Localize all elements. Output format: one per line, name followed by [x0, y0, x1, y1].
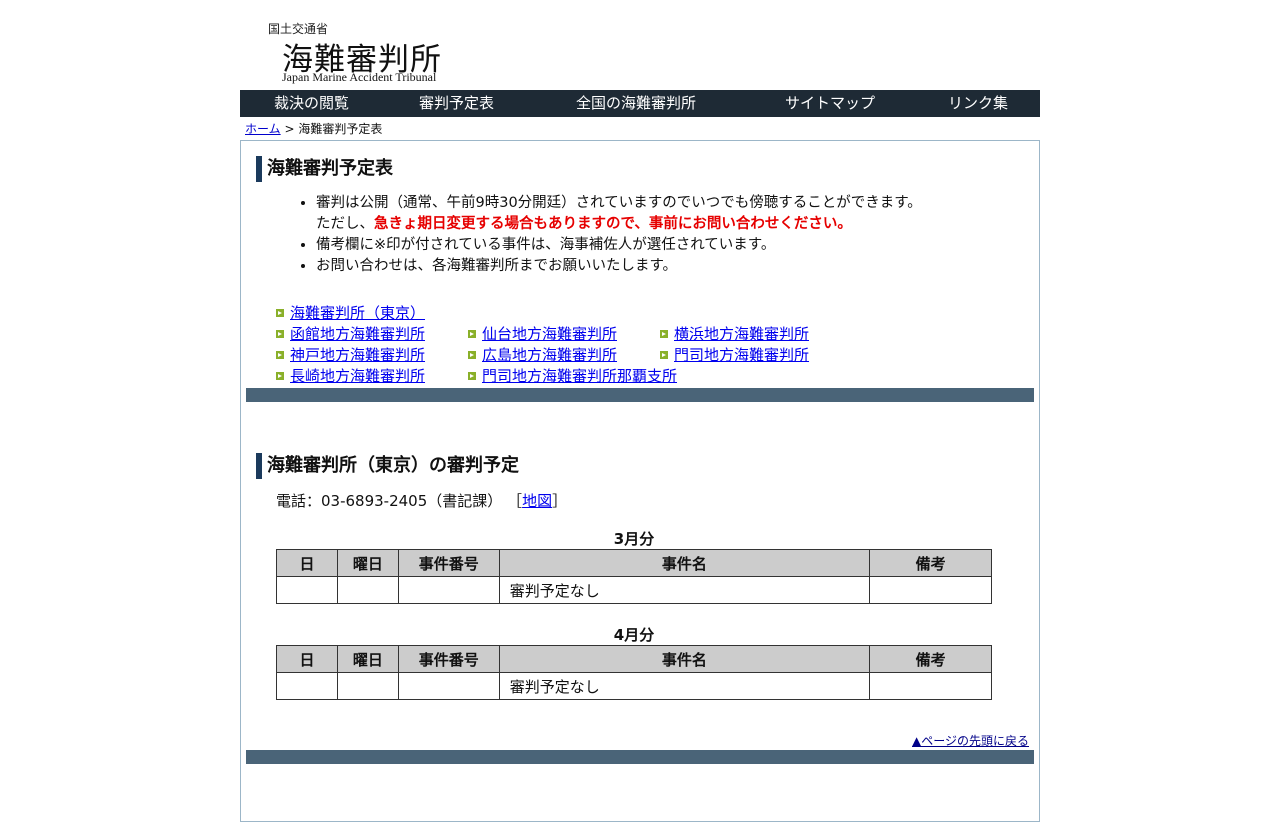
link-nagasaki[interactable]: 長崎地方海難審判所	[290, 367, 425, 385]
office-link-item: 仙台地方海難審判所	[468, 324, 617, 345]
office-link-item: 海難審判所（東京）	[276, 303, 425, 324]
cell-case-number	[397, 672, 500, 700]
link-hakodate[interactable]: 函館地方海難審判所	[290, 325, 425, 343]
note-public: 審判は公開（通常、午前9時30分開廷）されていますのでいつでも傍聴することができ…	[316, 193, 1036, 235]
site-logo[interactable]: 国土交通省 海難審判所 Japan Marine Accident Tribun…	[268, 20, 468, 86]
table-header-row: 日 曜日 事件番号 事件名 備考	[276, 549, 992, 577]
col-day: 日	[276, 645, 338, 673]
arrow-icon	[276, 372, 284, 380]
arrow-icon	[468, 330, 476, 338]
arrow-icon	[468, 372, 476, 380]
month-label: 4月分	[613, 626, 655, 644]
link-tokyo[interactable]: 海難審判所（東京）	[290, 304, 425, 322]
link-hiroshima[interactable]: 広島地方海難審判所	[482, 346, 617, 364]
table-header-row: 日 曜日 事件番号 事件名 備考	[276, 645, 992, 673]
arrow-icon	[660, 330, 668, 338]
note-assistant: 備考欄に※印が付されている事件は、海事補佐人が選任されています。	[316, 235, 1036, 256]
cell-weekday	[336, 576, 399, 604]
cell-weekday	[336, 672, 399, 700]
nav-sitemap[interactable]: サイトマップ	[785, 90, 875, 117]
phone-line: 電話：03-6893-2405（書記課） ［地図］	[276, 490, 567, 511]
breadcrumb-separator: >	[280, 122, 299, 136]
breadcrumb-current: 海難審判予定表	[298, 122, 383, 136]
note-public-text: 審判は公開（通常、午前9時30分開廷）されていますのでいつでも傍聴することができ…	[316, 195, 922, 211]
col-case-name: 事件名	[498, 549, 871, 577]
month-label: 3月分	[613, 530, 655, 548]
schedule-heading: 海難審判予定表	[256, 156, 393, 182]
content-box: 海難審判予定表 審判は公開（通常、午前9時30分開廷）されていますのでいつでも傍…	[240, 140, 1040, 822]
logo-english: Japan Marine Accident Tribunal	[282, 70, 437, 84]
office-link-item: 長崎地方海難審判所	[276, 366, 425, 387]
col-case-name: 事件名	[498, 645, 871, 673]
arrow-icon	[468, 351, 476, 359]
notes-list: 審判は公開（通常、午前9時30分開廷）されていますのでいつでも傍聴することができ…	[291, 193, 1036, 277]
back-to-top: ▲ページの先頭に戻る	[912, 732, 1029, 749]
cell-day	[276, 672, 338, 700]
link-moji[interactable]: 門司地方海難審判所	[674, 346, 809, 364]
table-row: 審判予定なし	[276, 672, 992, 700]
map-link[interactable]: 地図	[522, 492, 552, 510]
nav-ketsui[interactable]: 裁決の閲覧	[274, 90, 349, 117]
bracket-close: ］	[552, 492, 568, 510]
office-link-item: 門司地方海難審判所	[660, 345, 809, 366]
nav-schedule[interactable]: 審判予定表	[419, 90, 494, 117]
office-link-item: 横浜地方海難審判所	[660, 324, 809, 345]
cell-case-name: 審判予定なし	[498, 576, 871, 604]
schedule-table-april: 日 曜日 事件番号 事件名 備考 審判予定なし	[276, 645, 992, 700]
col-remarks: 備考	[869, 645, 992, 673]
link-sendai[interactable]: 仙台地方海難審判所	[482, 325, 617, 343]
tokyo-heading: 海難審判所（東京）の審判予定	[256, 453, 519, 479]
bracket-open: ［	[507, 492, 523, 510]
note-warning: 急きょ期日変更する場合もありますので、事前にお問い合わせください。	[374, 216, 852, 232]
cell-case-name: 審判予定なし	[498, 672, 871, 700]
arrow-icon	[276, 309, 284, 317]
breadcrumb-home[interactable]: ホーム	[245, 122, 281, 136]
nav-offices[interactable]: 全国の海難審判所	[576, 90, 696, 117]
global-nav: 裁決の閲覧 審判予定表 全国の海難審判所 サイトマップ リンク集	[240, 90, 1040, 117]
back-to-top-link[interactable]: ▲ページの先頭に戻る	[912, 734, 1029, 748]
nav-links[interactable]: リンク集	[948, 90, 1008, 117]
link-yokohama[interactable]: 横浜地方海難審判所	[674, 325, 809, 343]
office-link-item: 函館地方海難審判所	[276, 324, 425, 345]
link-naha[interactable]: 門司地方海難審判所那覇支所	[482, 367, 677, 385]
note-caution-text: ただし、	[316, 216, 374, 232]
cell-remarks	[869, 576, 992, 604]
col-day: 日	[276, 549, 338, 577]
breadcrumb: ホーム > 海難審判予定表	[245, 120, 382, 137]
table-row: 審判予定なし	[276, 576, 992, 604]
col-case-number: 事件番号	[397, 645, 500, 673]
col-remarks: 備考	[869, 549, 992, 577]
office-link-item: 門司地方海難審判所那覇支所	[468, 366, 677, 387]
col-weekday: 曜日	[336, 549, 399, 577]
col-weekday: 曜日	[336, 645, 399, 673]
phone-text: 電話：03-6893-2405（書記課）	[276, 492, 503, 510]
arrow-icon	[276, 351, 284, 359]
section-divider	[246, 388, 1034, 402]
note-contact: お問い合わせは、各海難審判所までお願いいたします。	[316, 256, 1036, 277]
section-divider	[246, 750, 1034, 764]
office-link-item: 神戸地方海難審判所	[276, 345, 425, 366]
schedule-table-march: 日 曜日 事件番号 事件名 備考 審判予定なし	[276, 549, 992, 604]
link-kobe[interactable]: 神戸地方海難審判所	[290, 346, 425, 364]
cell-day	[276, 576, 338, 604]
office-link-item: 広島地方海難審判所	[468, 345, 617, 366]
arrow-icon	[276, 330, 284, 338]
arrow-icon	[660, 351, 668, 359]
cell-case-number	[397, 576, 500, 604]
cell-remarks	[869, 672, 992, 700]
col-case-number: 事件番号	[397, 549, 500, 577]
